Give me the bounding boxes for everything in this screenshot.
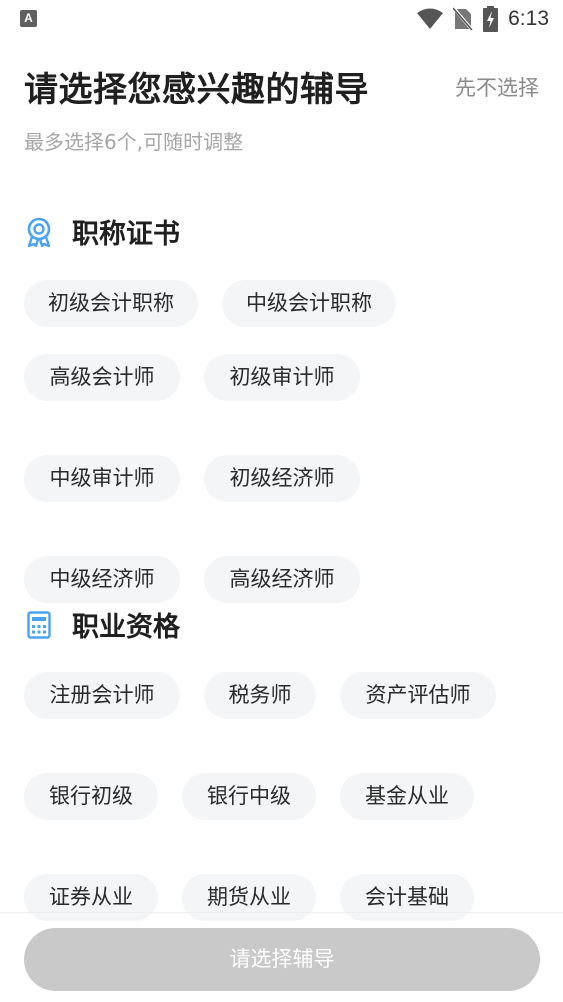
chip-option[interactable]: 初级会计职称	[24, 280, 198, 327]
chip-option[interactable]: 税务师	[204, 672, 316, 719]
wifi-icon	[417, 8, 444, 29]
footer-divider	[0, 912, 563, 913]
calculator-icon	[24, 610, 54, 640]
chip-option[interactable]: 高级经济师	[204, 556, 360, 603]
chip-group-certificates: 初级会计职称 中级会计职称 高级会计师 初级审计师 中级审计师 初级经济师 中级…	[24, 280, 544, 603]
chip-option[interactable]: 证券从业	[24, 874, 158, 921]
notification-a-icon: A	[20, 10, 37, 27]
section-title-certificates: 职称证书	[72, 219, 180, 250]
award-ribbon-icon	[24, 217, 54, 247]
chip-option[interactable]: 会计基础	[340, 874, 474, 921]
battery-charging-icon	[483, 6, 499, 32]
chip-option[interactable]: 期货从业	[182, 874, 316, 921]
skip-selection-button[interactable]: 先不选择	[455, 72, 539, 102]
chip-option[interactable]: 中级会计职称	[222, 280, 396, 327]
chip-option[interactable]: 中级审计师	[24, 455, 180, 502]
status-bar: A 6:13	[0, 0, 563, 40]
chip-option[interactable]: 中级经济师	[24, 556, 180, 603]
chip-option[interactable]: 高级会计师	[24, 354, 180, 401]
section-title-qualifications: 职业资格	[72, 612, 180, 643]
section-header-certificates: 职称证书	[24, 212, 180, 251]
chip-option[interactable]: 注册会计师	[24, 672, 180, 719]
chip-group-qualifications: 注册会计师 税务师 资产评估师 银行初级 银行中级 基金从业 证券从业 期货从业…	[24, 672, 544, 921]
status-right-group: 6:13	[417, 6, 549, 32]
chip-option[interactable]: 基金从业	[340, 773, 474, 820]
submit-selection-button[interactable]: 请选择辅导	[24, 928, 540, 991]
section-header-qualifications: 职业资格	[24, 605, 180, 644]
page-title: 请选择您感兴趣的辅导	[24, 70, 369, 110]
no-sim-icon	[453, 7, 474, 31]
clock-time: 6:13	[508, 7, 549, 30]
chip-option[interactable]: 初级审计师	[204, 354, 360, 401]
page-subtitle: 最多选择6个,可随时调整	[24, 130, 244, 154]
chip-option[interactable]: 初级经济师	[204, 455, 360, 502]
chip-option[interactable]: 银行中级	[182, 773, 316, 820]
chip-option[interactable]: 银行初级	[24, 773, 158, 820]
chip-option[interactable]: 资产评估师	[340, 672, 496, 719]
